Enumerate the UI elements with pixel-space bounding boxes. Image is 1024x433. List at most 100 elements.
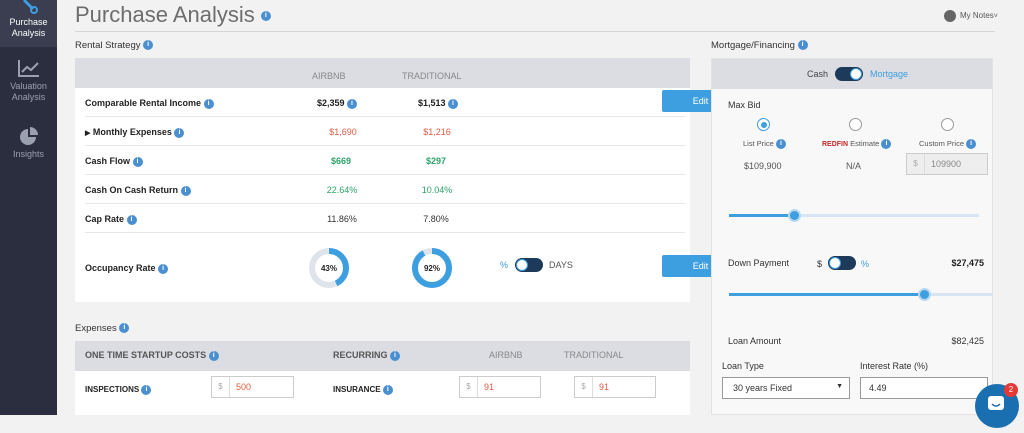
loan-type-select[interactable]: 30 years Fixed ▼ bbox=[722, 377, 850, 399]
mortgage-label[interactable]: Mortgage bbox=[870, 69, 908, 79]
info-icon[interactable]: i bbox=[119, 323, 130, 334]
input-value: 91 bbox=[599, 382, 610, 392]
info-icon[interactable]: i bbox=[966, 139, 977, 150]
info-icon[interactable]: i bbox=[180, 185, 191, 196]
info-icon[interactable]: i bbox=[347, 98, 358, 109]
caret-right-icon[interactable]: ▶ bbox=[85, 130, 90, 137]
slider-fill bbox=[729, 293, 925, 296]
mortgage-financing-text: Mortgage/Financing bbox=[711, 40, 795, 51]
down-payment-slider[interactable] bbox=[729, 288, 993, 301]
insurance-label: INSURANCE i bbox=[333, 385, 393, 395]
info-icon[interactable]: i bbox=[797, 40, 808, 51]
occupancy-ring-traditional: 92% bbox=[412, 248, 452, 288]
max-bid-slider[interactable] bbox=[729, 209, 979, 222]
info-icon[interactable]: i bbox=[126, 214, 137, 225]
interest-rate-input[interactable]: 4.49 bbox=[860, 377, 988, 399]
avatar bbox=[944, 10, 956, 22]
startup-header: ONE TIME STARTUP COSTS i bbox=[85, 350, 219, 361]
info-icon[interactable]: i bbox=[132, 156, 143, 167]
table-row: Comparable Rental Income i $2,359 i $1,5… bbox=[85, 88, 685, 117]
expenses-table-header: ONE TIME STARTUP COSTS i RECURRING i AIR… bbox=[75, 341, 690, 371]
cash-label[interactable]: Cash bbox=[807, 69, 828, 79]
insurance-traditional-input[interactable]: $91 bbox=[574, 376, 656, 398]
row-label-text: Monthly Expenses bbox=[92, 127, 172, 137]
redfin-estimate-label: REDFIN Estimate i bbox=[822, 139, 892, 150]
expenses-card: ONE TIME STARTUP COSTS i RECURRING i AIR… bbox=[75, 341, 690, 415]
sidebar-item-purchase-analysis[interactable]: Purchase Analysis bbox=[0, 0, 57, 47]
select-value: 30 years Fixed bbox=[733, 383, 793, 393]
table-row: Cash On Cash Return i 22.64% 10.04% bbox=[85, 175, 685, 204]
rental-strategy-text: Rental Strategy bbox=[75, 40, 141, 51]
info-icon[interactable]: i bbox=[143, 40, 154, 51]
col-header-traditional: TRADITIONAL bbox=[402, 71, 462, 81]
sidebar-item-insights[interactable]: Insights bbox=[0, 126, 57, 170]
max-bid-label: Max Bid bbox=[728, 100, 761, 110]
traditional-value: $297 bbox=[425, 156, 447, 166]
info-icon[interactable]: i bbox=[881, 139, 892, 150]
dollar-prefix: $ bbox=[907, 154, 925, 174]
info-icon[interactable]: i bbox=[448, 98, 459, 109]
startup-header-text: ONE TIME STARTUP COSTS bbox=[85, 350, 207, 360]
info-icon[interactable]: i bbox=[208, 350, 219, 361]
inspections-input[interactable]: $500 bbox=[211, 376, 294, 398]
percent-days-toggle[interactable] bbox=[515, 258, 543, 272]
mortgage-card: Cash Mortgage Max Bid List Price i REDFI… bbox=[711, 58, 993, 415]
unit-percent-label: % bbox=[500, 260, 509, 270]
sidebar-item-valuation-analysis[interactable]: Valuation Analysis bbox=[0, 58, 57, 114]
notification-badge: 2 bbox=[1004, 383, 1018, 397]
airbnb-value: $669 bbox=[330, 156, 352, 166]
table-row: ▶ Monthly Expenses i $1,690 $1,216 bbox=[85, 117, 685, 146]
info-icon[interactable]: i bbox=[203, 98, 214, 109]
slider-thumb[interactable] bbox=[788, 209, 801, 222]
label-text: INSPECTIONS bbox=[85, 385, 140, 395]
custom-price-radio[interactable] bbox=[941, 118, 954, 131]
info-icon[interactable]: i bbox=[141, 385, 152, 395]
sidebar: Purchase Analysis Valuation Analysis Ins… bbox=[0, 0, 57, 415]
recurring-header-text: RECURRING bbox=[333, 350, 388, 360]
chevron-down-icon: ˅ bbox=[993, 13, 998, 21]
loan-amount-label: Loan Amount bbox=[728, 336, 782, 346]
line-chart-icon bbox=[17, 60, 39, 77]
info-icon[interactable]: i bbox=[260, 11, 271, 22]
toggle-knob bbox=[516, 259, 528, 271]
row-label[interactable]: ▶ Monthly Expenses i bbox=[85, 127, 185, 138]
mortgage-financing-label: Mortgage/Financing i bbox=[711, 40, 808, 51]
traditional-value: 10.04% bbox=[421, 185, 453, 195]
insurance-airbnb-input[interactable]: $91 bbox=[459, 376, 541, 398]
info-icon[interactable]: i bbox=[390, 350, 401, 361]
redfin-logo: REDFIN bbox=[822, 141, 849, 148]
input-value: 109900 bbox=[931, 159, 962, 169]
dollar-prefix: $ bbox=[460, 377, 478, 397]
down-payment-label: Down Payment bbox=[728, 258, 790, 268]
col-header-traditional: TRADITIONAL bbox=[564, 350, 624, 360]
main-content: Purchase Analysis i My Notes˅ Rental Str… bbox=[57, 0, 1024, 415]
option-label: List Price bbox=[743, 139, 774, 148]
slider-thumb[interactable] bbox=[918, 288, 932, 301]
info-icon[interactable]: i bbox=[382, 385, 393, 395]
recurring-header: RECURRING i bbox=[333, 350, 401, 361]
my-notes-menu[interactable]: My Notes˅ bbox=[944, 10, 998, 22]
custom-price-label: Custom Price i bbox=[919, 139, 977, 150]
redfin-estimate-radio[interactable] bbox=[849, 118, 862, 131]
down-payment-unit-toggle[interactable] bbox=[828, 256, 856, 270]
row-label-text: Occupancy Rate bbox=[85, 263, 156, 273]
info-icon[interactable]: i bbox=[174, 127, 185, 138]
row-label: Occupancy Rate i bbox=[85, 263, 169, 274]
airbnb-value: 11.86% bbox=[327, 214, 357, 224]
row-label: Cash Flow i bbox=[85, 156, 143, 167]
input-value: 4.49 bbox=[869, 383, 887, 393]
ring-value: 43% bbox=[321, 264, 337, 273]
info-icon[interactable]: i bbox=[775, 139, 786, 150]
row-label: Cap Rate i bbox=[85, 214, 137, 225]
list-price-value: $109,900 bbox=[744, 161, 782, 171]
list-price-label: List Price i bbox=[743, 139, 786, 150]
loan-type-label: Loan Type bbox=[722, 361, 764, 371]
info-icon[interactable]: i bbox=[158, 263, 169, 274]
custom-price-input[interactable]: $109900 bbox=[906, 153, 988, 175]
col-header-airbnb: AIRBNB bbox=[489, 350, 523, 360]
interest-rate-label: Interest Rate (%) bbox=[860, 361, 929, 371]
expenses-text: Expenses bbox=[75, 323, 117, 334]
list-price-radio[interactable] bbox=[757, 118, 770, 131]
cash-mortgage-toggle[interactable] bbox=[835, 67, 863, 81]
row-label: Cash On Cash Return i bbox=[85, 185, 191, 196]
